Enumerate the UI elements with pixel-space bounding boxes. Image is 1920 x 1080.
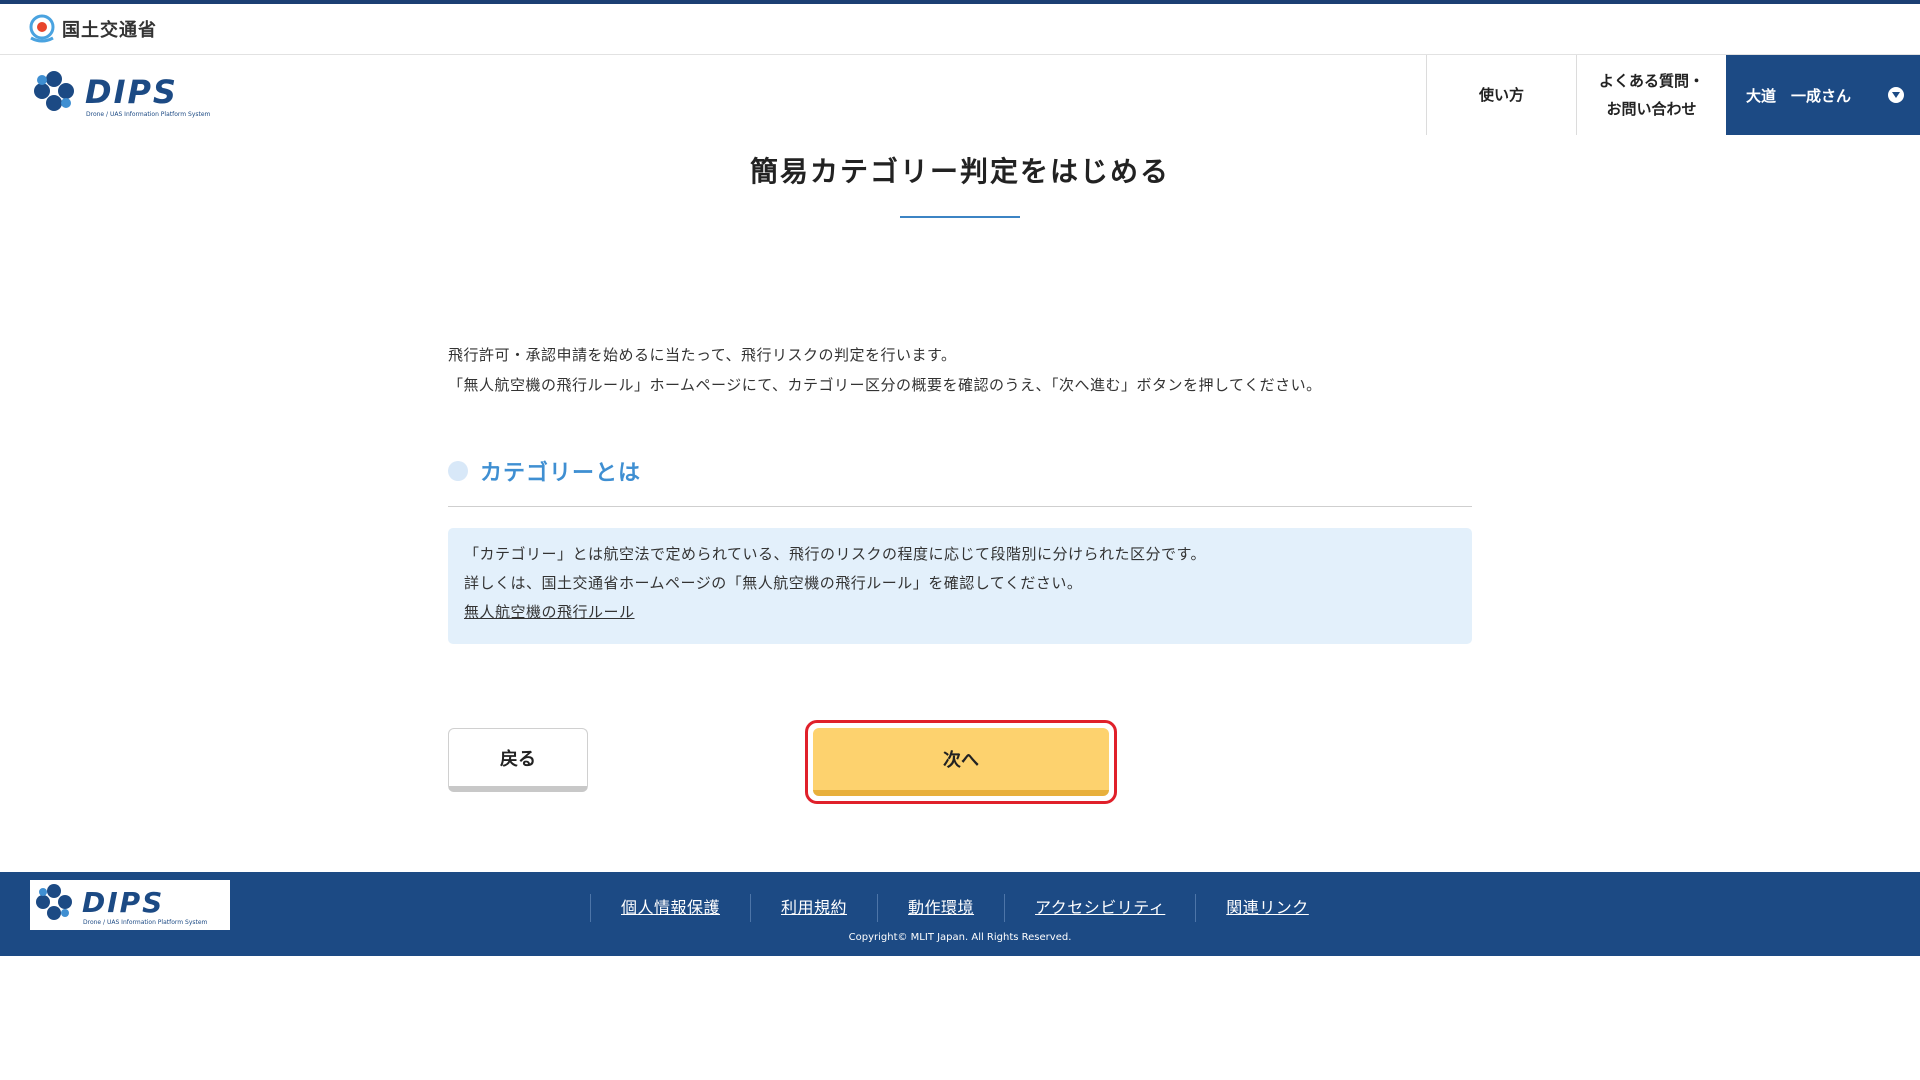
section-header: カテゴリーとは (448, 455, 641, 487)
back-button[interactable]: 戻る (448, 728, 588, 792)
next-button-label: 次へ (943, 750, 979, 771)
section-title: カテゴリーとは (480, 461, 642, 486)
footer-links: 個人情報保護 利用規約 動作環境 アクセシビリティ 関連リンク (590, 894, 1339, 922)
ministry-header: 国土交通省 (28, 12, 157, 46)
intro-line-2: 「無人航空機の飛行ルール」ホームページにて、カテゴリー区分の概要を確認のうえ、「… (448, 376, 1322, 394)
footer-link-environment[interactable]: 動作環境 (877, 894, 1004, 922)
dips-logo[interactable]: DIPS Drone / UAS Information Platform Sy… (28, 67, 238, 123)
footer-link-terms[interactable]: 利用規約 (750, 894, 877, 922)
intro-line-1: 飛行許可・承認申請を始めるに当たって、飛行リスクの判定を行います。 (448, 346, 957, 364)
copyright-text: Copyright© MLIT Japan. All Rights Reserv… (848, 932, 1072, 943)
nav-faq-label-2: お問い合わせ (1606, 100, 1697, 118)
nav-faq[interactable]: よくある質問・ お問い合わせ (1576, 55, 1726, 135)
header-nav: 使い方 よくある質問・ お問い合わせ 大道 一成さん (1426, 55, 1920, 135)
intro-text: 飛行許可・承認申請を始めるに当たって、飛行リスクの判定を行います。 「無人航空機… (448, 340, 1322, 400)
top-accent-bar (0, 0, 1920, 4)
footer-link-privacy[interactable]: 個人情報保護 (590, 894, 750, 922)
user-name: 大道 一成さん (1746, 86, 1852, 105)
footer-link-accessibility[interactable]: アクセシビリティ (1004, 894, 1195, 922)
site-footer: DIPS Drone / UAS Information Platform Sy… (0, 872, 1920, 956)
site-header: DIPS Drone / UAS Information Platform Sy… (0, 55, 1920, 135)
ministry-name: 国土交通省 (62, 20, 157, 41)
dips-logo-tagline: Drone / UAS Information Platform System (86, 111, 211, 118)
page-title: 簡易カテゴリー判定をはじめる (749, 155, 1170, 188)
category-info-box: 「カテゴリー」とは航空法で定められている、飛行のリスクの程度に応じて段階別に分け… (448, 528, 1472, 644)
nav-faq-label-1: よくある質問・ (1598, 72, 1704, 90)
chevron-down-icon (1888, 87, 1904, 103)
section-divider (448, 506, 1472, 507)
title-underline (900, 216, 1020, 218)
footer-logo-tagline: Drone / UAS Information Platform System (83, 919, 208, 926)
back-button-label: 戻る (500, 748, 536, 770)
flight-rules-link[interactable]: 無人航空機の飛行ルール (464, 603, 635, 621)
next-button-highlight: 次へ (805, 720, 1117, 804)
info-line-1: 「カテゴリー」とは航空法で定められている、飛行のリスクの程度に応じて段階別に分け… (464, 545, 1207, 563)
footer-dips-logo[interactable]: DIPS Drone / UAS Information Platform Sy… (30, 880, 230, 930)
nav-usage-label: 使い方 (1478, 86, 1524, 104)
nav-usage[interactable]: 使い方 (1426, 55, 1576, 135)
user-menu[interactable]: 大道 一成さん (1726, 55, 1920, 135)
footer-link-related[interactable]: 関連リンク (1195, 894, 1339, 922)
bullet-dot-icon (448, 461, 468, 481)
next-button[interactable]: 次へ (813, 728, 1109, 796)
dips-logo-text: DIPS (85, 73, 178, 111)
ministry-logo-icon (29, 14, 55, 43)
info-line-2: 詳しくは、国土交通省ホームページの「無人航空機の飛行ルール」を確認してください。 (464, 574, 1083, 592)
footer-logo-text: DIPS (82, 886, 164, 919)
